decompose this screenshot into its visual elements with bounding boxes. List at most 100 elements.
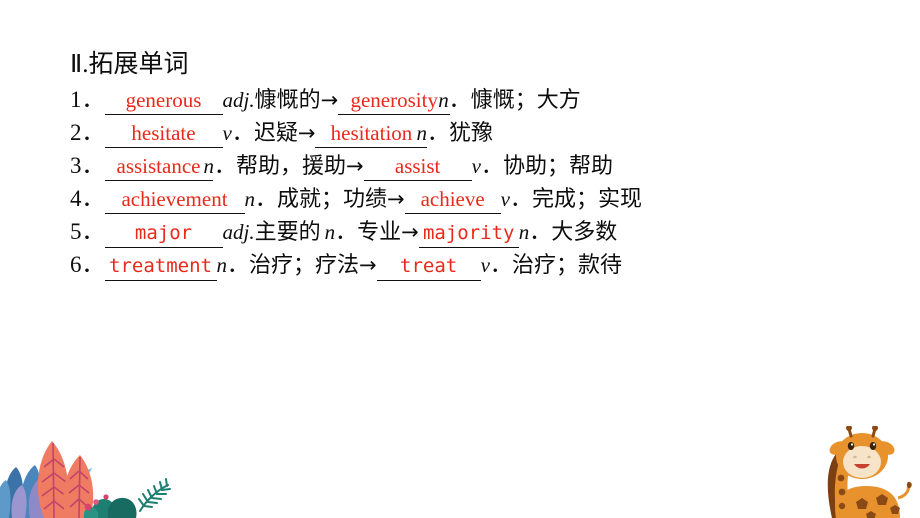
answer-blank-generous[interactable]: generous (104, 87, 223, 115)
giraffe-nostril-right (867, 455, 871, 459)
giraffe-spot (866, 511, 876, 518)
item-index-sep-2: ． (81, 120, 105, 145)
item-index-sep-3: ． (81, 153, 105, 178)
pos-adj-1: adj. (222, 88, 255, 112)
pale-leaf-icon (76, 468, 92, 485)
giraffe-eye-glint-right (872, 443, 876, 446)
answer-blank-hesitation[interactable]: hesitation (315, 120, 428, 148)
blue-leaf-icon (0, 480, 11, 518)
answer-text-major: major (134, 222, 193, 244)
bud-icon (93, 499, 99, 505)
meaning-5b: 专业 (357, 220, 402, 245)
pos-dot-6: ． (227, 253, 250, 278)
pos-adj-5: adj. (222, 220, 255, 244)
pale-leaf-icon (68, 463, 84, 489)
slide-canvas: Ⅱ.拓展单词 1． generous adj.慷慨的→ generosityn．慷慨；… (0, 0, 920, 518)
arrow-icon-2: → (297, 121, 316, 145)
answer-text-achievement: achievement (121, 187, 228, 211)
blue-leaf-icon (20, 465, 42, 518)
item-index-sep-6: ． (81, 252, 105, 277)
bud-icon (84, 503, 92, 511)
pos-dot-3: ． (214, 154, 237, 179)
answer-blank-achievement[interactable]: achievement (104, 186, 245, 214)
page-title-text: Ⅱ.拓展单词 (70, 51, 189, 78)
pos-dot-5b: ． (529, 220, 552, 245)
pos-v-2: v (222, 121, 232, 145)
meaning-6: 治疗；疗法 (249, 253, 360, 278)
meaning-2: 迟疑 (253, 121, 298, 146)
answer-text-majority: majority (422, 222, 515, 244)
word-list-item: 4． achievement n．成就；功绩→ achieve v．完成；实现 (70, 182, 890, 215)
word-list-item: 2． hesitate v．迟疑→ hesitation n．犹豫 (70, 116, 890, 149)
meaning-4: 成就；功绩 (277, 187, 388, 212)
teal-bush-icon (107, 497, 137, 518)
fern-sprig-icon (138, 478, 171, 512)
answer-blank-assist[interactable]: assist (363, 153, 472, 181)
answer-blank-majority[interactable]: majority (418, 220, 519, 248)
pos-v-6b: v (480, 253, 490, 277)
giraffe-horn-tip-left (846, 426, 852, 431)
answer-text-treatment: treatment (109, 255, 212, 277)
answer-blank-generosity[interactable]: generosity (338, 87, 451, 115)
arrow-icon-1: → (320, 88, 339, 112)
item-index-1: 1 (70, 87, 82, 112)
giraffe-muzzle (843, 446, 881, 478)
giraffe-mane (827, 449, 844, 518)
teal-bush-icon (83, 506, 99, 518)
leaf-vein (41, 442, 67, 518)
arrow-icon-3: → (346, 154, 364, 178)
item-index-3: 3 (70, 153, 82, 178)
answer-text-treat: treat (400, 255, 458, 277)
giraffe-head (836, 433, 888, 479)
giraffe-eye-left (847, 442, 855, 450)
giraffe-nostril-left (853, 455, 857, 459)
answer-text-generosity: generosity (350, 88, 438, 112)
word-list-item: 6． treatment n．治疗；疗法→ treat v．治疗；款待 (70, 248, 890, 281)
giraffe-tail (897, 483, 910, 500)
word-list-item: 3． assistance n．帮助，援助→ assist v．协助；帮助 (70, 149, 890, 182)
answer-blank-treat[interactable]: treat (376, 253, 481, 281)
giraffe-spot (837, 474, 845, 482)
answer-blank-major[interactable]: major (104, 220, 223, 248)
meaning-1: 慷慨的 (254, 88, 321, 113)
pos-n-4: n (244, 187, 256, 211)
pos-v-4b: v (500, 187, 510, 211)
meaning-6b: 治疗；款待 (511, 253, 622, 278)
giraffe-spot (890, 505, 900, 514)
giraffe-decoration-icon (827, 426, 912, 518)
item-index-6: 6 (70, 252, 82, 277)
giraffe-body (833, 486, 900, 518)
page-title: Ⅱ.拓展单词 (70, 50, 189, 80)
arrow-icon-6: → (359, 253, 377, 277)
giraffe-horn-left (847, 427, 853, 438)
answer-text-assistance: assistance (116, 154, 201, 178)
answer-text-generous: generous (125, 88, 202, 112)
meaning-3b: 协助；帮助 (502, 154, 613, 179)
answer-blank-assistance[interactable]: assistance (104, 153, 213, 181)
answer-text-hesitation: hesitation (330, 121, 413, 145)
answer-blank-achieve[interactable]: achieve (404, 186, 501, 214)
answer-blank-hesitate[interactable]: hesitate (104, 120, 223, 148)
giraffe-horn-right (871, 427, 877, 438)
answer-blank-treatment[interactable]: treatment (104, 253, 217, 281)
arrow-icon-4: → (387, 187, 405, 211)
coral-leaf-icon (37, 441, 69, 518)
item-index-sep-5: ． (81, 219, 105, 244)
giraffe-horn-tip-right (872, 426, 878, 431)
word-list-item: 5． major adj.主要的 n．专业→ majority n．大多数 (70, 215, 890, 248)
meaning-1b: 慷慨；大方 (470, 88, 581, 113)
blue-leaf-icon (4, 467, 24, 518)
pos-dot-6b: ． (489, 253, 512, 278)
giraffe-spot (876, 494, 888, 505)
giraffe-spot (838, 488, 846, 496)
purple-leaf-icon (11, 485, 27, 518)
pos-n-5: n (324, 220, 336, 244)
meaning-3: 帮助，援助 (236, 154, 347, 179)
coral-leaf-icon (63, 455, 94, 518)
item-index-4: 4 (70, 186, 82, 211)
answer-text-hesitate: hesitate (131, 121, 196, 145)
pos-n-6: n (216, 253, 228, 277)
word-list: 1． generous adj.慷慨的→ generosityn．慷慨；大方 2． he… (70, 83, 890, 281)
pos-dot-4: ． (255, 187, 278, 212)
meaning-5c: 大多数 (551, 220, 618, 245)
